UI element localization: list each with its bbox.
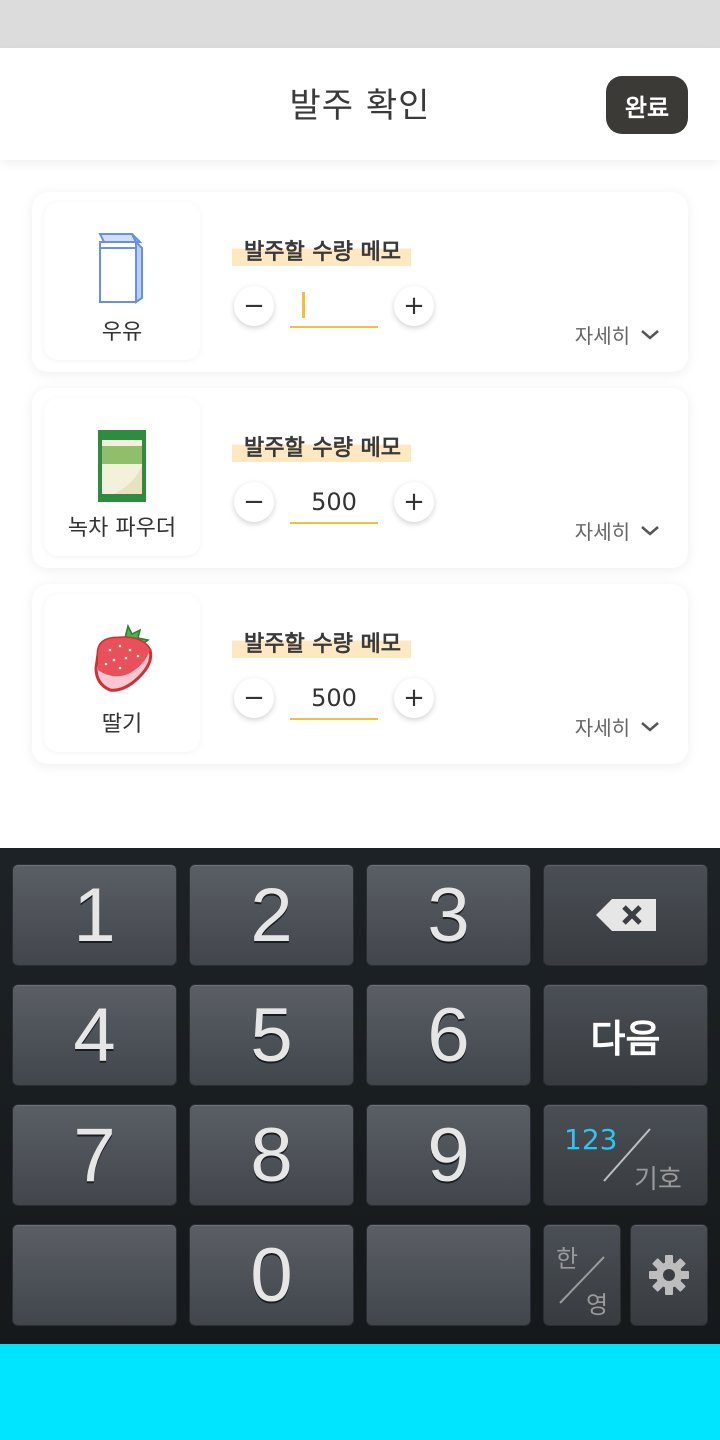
done-button[interactable]: 완료 (606, 76, 688, 134)
numeric-keyboard: 1 2 3 4 5 6 다음 7 8 9 123 기호 0 한 영 (0, 848, 720, 1344)
order-card: 녹차 파우더 발주할 수량 메모 − 500 + 자세히 (32, 388, 688, 568)
increase-button[interactable]: + (394, 678, 434, 718)
lang-toggle-bottom: 영 (586, 1291, 609, 1319)
product-name: 녹차 파우더 (67, 516, 177, 541)
chevron-down-icon (641, 329, 659, 340)
order-card: 딸기 발주할 수량 메모 − 500 + 자세히 (32, 584, 688, 764)
key-2[interactable]: 2 (189, 864, 354, 966)
language-toggle-key[interactable]: 한 영 (543, 1224, 621, 1326)
quantity-input[interactable] (290, 284, 378, 328)
key-3[interactable]: 3 (366, 864, 531, 966)
order-list: 우유 발주할 수량 메모 − + 자세히 녹차 파우더 발주할 수량 메모 − … (0, 160, 720, 848)
text-cursor (302, 292, 305, 318)
next-key[interactable]: 다음 (543, 984, 708, 1086)
chevron-down-icon (641, 525, 659, 536)
memo-label: 발주할 수량 메모 (232, 234, 411, 266)
blank-right-key[interactable] (366, 1224, 531, 1326)
detail-label: 자세히 (574, 324, 630, 348)
backspace-icon (595, 899, 656, 931)
key-7[interactable]: 7 (12, 1104, 177, 1206)
product-thumbnail: 우유 (44, 202, 200, 360)
product-name: 딸기 (101, 712, 143, 737)
key-9[interactable]: 9 (366, 1104, 531, 1206)
decrease-button[interactable]: − (234, 286, 274, 326)
strawberry-icon (94, 623, 153, 692)
memo-label: 발주할 수량 메모 (232, 626, 411, 658)
decrease-button[interactable]: − (234, 678, 274, 718)
app-header: 발주 확인 완료 (0, 48, 720, 160)
quantity-input[interactable]: 500 (290, 676, 378, 720)
memo-label: 발주할 수량 메모 (232, 430, 411, 462)
navigation-bar (0, 1344, 720, 1440)
blank-left-key[interactable] (12, 1224, 177, 1326)
order-card: 우유 발주할 수량 메모 − + 자세히 (32, 192, 688, 372)
product-name: 우유 (101, 320, 143, 345)
detail-label: 자세히 (574, 520, 630, 544)
key-5[interactable]: 5 (189, 984, 354, 1086)
quantity-input[interactable]: 500 (290, 480, 378, 524)
backspace-key[interactable] (543, 864, 708, 966)
key-1[interactable]: 1 (12, 864, 177, 966)
symbol-toggle-bottom: 기호 (634, 1165, 682, 1195)
milk-carton-icon (98, 233, 143, 304)
detail-toggle[interactable]: 자세히 (575, 712, 660, 741)
settings-key[interactable] (630, 1224, 708, 1326)
detail-toggle[interactable]: 자세히 (575, 320, 660, 349)
key-4[interactable]: 4 (12, 984, 177, 1086)
key-6[interactable]: 6 (366, 984, 531, 1086)
status-bar (0, 0, 720, 48)
increase-button[interactable]: + (394, 286, 434, 326)
chevron-down-icon (641, 721, 659, 732)
product-thumbnail: 녹차 파우더 (44, 398, 200, 556)
increase-button[interactable]: + (394, 482, 434, 522)
powder-bag-icon (98, 430, 146, 502)
decrease-button[interactable]: − (234, 482, 274, 522)
detail-label: 자세히 (574, 716, 630, 740)
key-8[interactable]: 8 (189, 1104, 354, 1206)
gear-icon (649, 1255, 689, 1295)
symbol-toggle-key[interactable]: 123 기호 (543, 1104, 708, 1206)
detail-toggle[interactable]: 자세히 (575, 516, 660, 545)
product-thumbnail: 딸기 (44, 594, 200, 752)
key-0[interactable]: 0 (189, 1224, 354, 1326)
